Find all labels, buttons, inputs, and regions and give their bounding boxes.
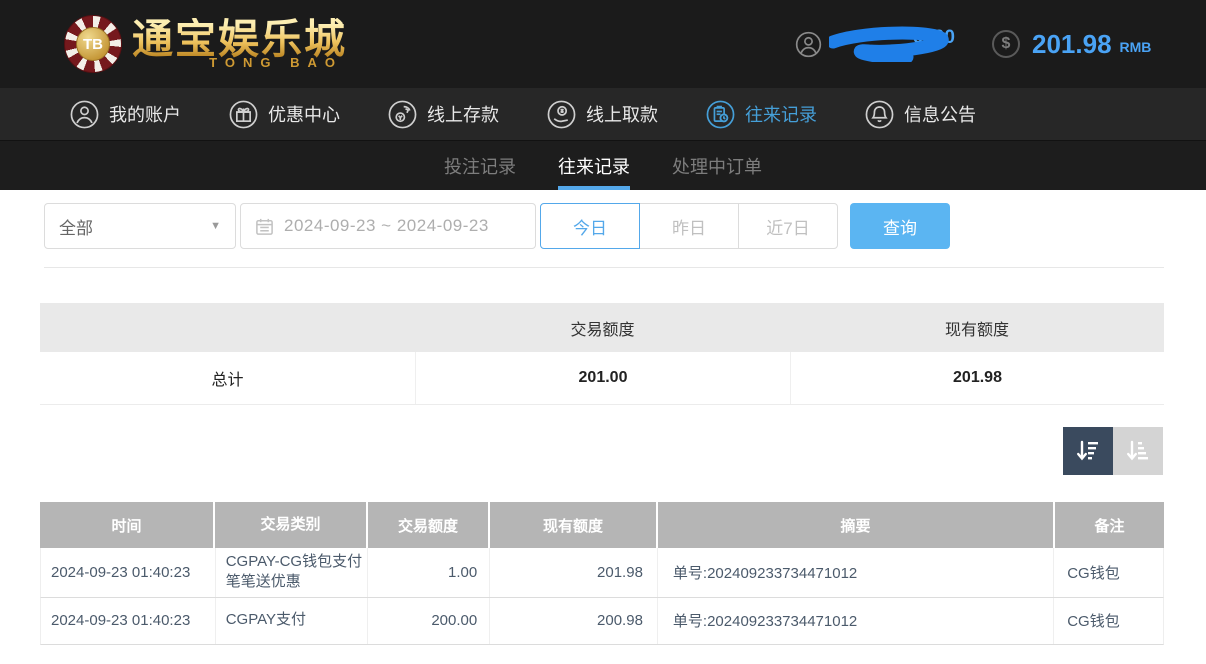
- nav-label: 我的账户: [109, 101, 181, 127]
- section-divider: [44, 267, 1164, 268]
- summary-header-empty: [40, 303, 415, 352]
- transactions-table: 时间 交易类别 交易额度 现有额度 摘要 备注 2024-09-23 01:40…: [40, 502, 1164, 645]
- bell-icon: [865, 100, 894, 129]
- tab-transaction-records[interactable]: 往来记录: [558, 141, 630, 190]
- col-summary: 摘要: [658, 502, 1055, 548]
- col-amount: 交易额度: [368, 502, 490, 548]
- cell-note: CG钱包: [1054, 598, 1163, 644]
- col-type: 交易类别: [215, 502, 368, 548]
- gift-icon: [229, 100, 258, 129]
- col-time: 时间: [40, 502, 215, 548]
- nav-label: 线上存款: [427, 101, 499, 127]
- nav-item-transaction-records[interactable]: 往来记录: [706, 100, 817, 129]
- nav-label: 往来记录: [745, 101, 817, 127]
- nav-item-withdraw[interactable]: 线上取款: [547, 100, 658, 129]
- summary-current-amount: 201.98: [790, 352, 1164, 404]
- username-redacted: 0500: [829, 26, 957, 62]
- type-select[interactable]: 全部 ▼: [44, 203, 236, 249]
- sort-ascending-button[interactable]: [1113, 427, 1163, 475]
- nav-item-deposit[interactable]: 线上存款: [388, 100, 499, 129]
- query-button[interactable]: 查询: [850, 203, 950, 249]
- nav-label: 优惠中心: [268, 101, 340, 127]
- caret-down-icon: ▼: [210, 220, 221, 232]
- cell-time: 2024-09-23 01:40:23: [41, 548, 216, 597]
- cell-summary: 单号:202409233734471012: [658, 548, 1054, 597]
- balance-area: $ 201.98 RMB: [992, 0, 1151, 88]
- nav-label: 信息公告: [904, 101, 976, 127]
- today-button[interactable]: 今日: [540, 203, 640, 249]
- table-row: 2024-09-23 01:40:23 CGPAY-CG钱包支付笔笔送优惠 1.…: [40, 548, 1164, 598]
- type-select-value: 全部: [59, 214, 93, 239]
- balance-amount: 201.98: [1032, 29, 1112, 60]
- cell-summary: 单号:202409233734471012: [658, 598, 1054, 644]
- date-range-value: 2024-09-23 ~ 2024-09-23: [284, 216, 489, 236]
- page: TB 通宝娱乐城 TONG BAO 0500 $: [0, 0, 1206, 664]
- sort-descending-button[interactable]: [1063, 427, 1113, 475]
- nav-item-promotions[interactable]: 优惠中心: [229, 100, 340, 129]
- sort-controls: [1063, 427, 1163, 475]
- cell-amount: 1.00: [368, 548, 490, 597]
- casino-chip-icon: TB: [64, 15, 122, 73]
- main-nav: 我的账户 优惠中心: [0, 88, 1206, 140]
- redaction-scribble: [829, 26, 957, 62]
- user-icon: [795, 31, 822, 58]
- balance-currency: RMB: [1120, 33, 1152, 55]
- table-header-row: 时间 交易类别 交易额度 现有额度 摘要 备注: [40, 502, 1164, 548]
- col-note: 备注: [1055, 502, 1164, 548]
- record-tabs: 投注记录 往来记录 处理中订单: [0, 140, 1206, 190]
- cell-balance: 200.98: [490, 598, 658, 644]
- account-icon: [70, 100, 99, 129]
- summary-header-trade-amount: 交易额度: [415, 303, 790, 352]
- summary-total-row: 总计 201.00 201.98: [40, 352, 1164, 405]
- summary-header-row: 交易额度 现有额度: [40, 303, 1164, 352]
- nav-item-my-account[interactable]: 我的账户: [70, 100, 181, 129]
- summary-total-label: 总计: [40, 352, 415, 404]
- cell-balance: 201.98: [490, 548, 658, 597]
- site-subtitle: TONG BAO: [132, 55, 347, 70]
- filter-bar: 全部 ▼ 2024-09-23 ~ 2024-09-23 今日 昨日 近7日 查…: [0, 203, 1206, 249]
- user-account-area[interactable]: 0500: [795, 0, 957, 88]
- sort-asc-icon: [1125, 438, 1151, 464]
- tab-bet-records[interactable]: 投注记录: [444, 141, 516, 190]
- cell-note: CG钱包: [1054, 548, 1163, 597]
- date-range-input[interactable]: 2024-09-23 ~ 2024-09-23: [240, 203, 536, 249]
- tab-pending-orders[interactable]: 处理中订单: [672, 141, 762, 190]
- site-logo[interactable]: TB 通宝娱乐城 TONG BAO: [64, 15, 347, 73]
- top-header-bar: TB 通宝娱乐城 TONG BAO 0500 $: [0, 0, 1206, 88]
- sort-desc-icon: [1075, 438, 1101, 464]
- last7days-button[interactable]: 近7日: [738, 203, 838, 249]
- records-icon: [706, 100, 735, 129]
- summary-header-current-amount: 现有额度: [790, 303, 1164, 352]
- nav-item-announcements[interactable]: 信息公告: [865, 100, 976, 129]
- cell-amount: 200.00: [368, 598, 490, 644]
- calendar-icon: [255, 217, 274, 236]
- dollar-icon: $: [992, 30, 1020, 58]
- yesterday-button[interactable]: 昨日: [639, 203, 739, 249]
- deposit-icon: [388, 100, 417, 129]
- quick-range-group: 今日 昨日 近7日: [540, 203, 838, 249]
- cell-time: 2024-09-23 01:40:23: [41, 598, 216, 644]
- cell-type: CGPAY-CG钱包支付笔笔送优惠: [216, 548, 369, 597]
- cell-type: CGPAY支付: [216, 598, 369, 644]
- col-balance: 现有额度: [490, 502, 658, 548]
- chip-monogram: TB: [76, 27, 110, 61]
- summary-table: 交易额度 现有额度 总计 201.00 201.98: [40, 303, 1164, 405]
- nav-label: 线上取款: [586, 101, 658, 127]
- table-row: 2024-09-23 01:40:23 CGPAY支付 200.00 200.9…: [40, 598, 1164, 645]
- summary-trade-amount: 201.00: [415, 352, 790, 404]
- withdraw-icon: [547, 100, 576, 129]
